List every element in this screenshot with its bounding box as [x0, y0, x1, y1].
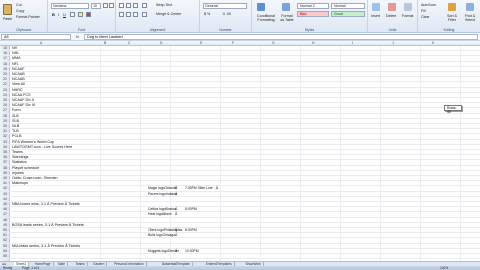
copy-button[interactable]: Copy — [16, 9, 24, 14]
format-painter-button[interactable]: Format Painter — [16, 15, 40, 20]
orientation-icon[interactable] — [142, 3, 147, 8]
sort-filter-icon[interactable] — [448, 3, 456, 11]
spreadsheet-grid[interactable]: 15 Nfl 16 NHL 17 MMA 18 NFL 19 NCAAF 20 NCAAB 21 NCAA… — [0, 46, 480, 261]
paste-icon[interactable] — [3, 4, 12, 15]
cells-group: Insert Delete Format Cells — [368, 0, 418, 33]
format-button[interactable]: Format — [402, 14, 413, 19]
font-size-select[interactable]: 10 — [91, 3, 101, 9]
styles-label: Styles — [304, 28, 315, 32]
format-as-table-button[interactable]: Format as Table — [279, 14, 295, 22]
status-bar: Ready Page: 1 of 4 100% — [0, 266, 480, 270]
style-good[interactable]: Good — [331, 11, 365, 17]
fill-button[interactable]: Fill — [421, 9, 426, 14]
row-number[interactable]: 55 — [0, 254, 10, 259]
conditional-formatting-icon[interactable] — [257, 3, 265, 11]
conditional-formatting-button[interactable]: Conditional Formatting — [253, 14, 279, 22]
clipboard-group: Paste Cut Copy Format Painter Clipboard — [0, 0, 48, 33]
autosum-button[interactable]: AutoSum — [421, 3, 436, 8]
number-group: General $ % .0 .00 Number — [200, 0, 252, 33]
editing-label: Editing — [443, 28, 455, 32]
editing-group: AutoSum Fill Clear Sort & Filter Find & … — [418, 0, 480, 33]
style-bad[interactable]: Bad — [297, 11, 329, 17]
align-middle-icon[interactable] — [126, 3, 131, 8]
cut-button[interactable]: Cut — [16, 3, 22, 8]
alignment-label: Alignment — [149, 28, 166, 32]
find-select-icon[interactable] — [466, 3, 474, 11]
insert-button[interactable]: Insert — [371, 14, 380, 19]
style-normal2[interactable]: Normal 2 — [297, 3, 329, 9]
font-color-icon[interactable] — [86, 12, 91, 17]
paste-button[interactable]: Paste — [3, 17, 12, 22]
align-bottom-icon[interactable] — [133, 3, 138, 8]
font-group: Verdana 10 B I U Font — [48, 0, 116, 33]
align-top-icon[interactable] — [119, 3, 124, 8]
bold-button[interactable]: B — [52, 12, 55, 17]
zoom-level[interactable]: 100% — [440, 266, 448, 270]
clipboard-label: Clipboard — [16, 28, 31, 32]
underline-button[interactable]: U — [63, 12, 66, 17]
styles-group: Conditional Formatting Format as Table N… — [252, 0, 368, 33]
delete-button[interactable]: Delete — [386, 14, 396, 19]
find-select-button[interactable]: Find & Select — [462, 14, 478, 22]
currency-button[interactable]: $ % — [204, 12, 210, 17]
font-family-select[interactable]: Verdana — [51, 3, 89, 9]
wrap-text-button[interactable]: Wrap Text — [156, 3, 172, 8]
ribbon: Paste Cut Copy Format Painter Clipboard … — [0, 0, 480, 33]
borders-icon[interactable] — [70, 12, 75, 17]
row-count-tooltip: Rows: 40 — [444, 105, 462, 114]
status-ready: Ready — [3, 266, 13, 270]
format-icon[interactable] — [404, 3, 412, 11]
name-box[interactable]: A5 — [1, 34, 71, 40]
fill-color-icon[interactable] — [78, 12, 83, 17]
decimal-button[interactable]: .0 .00 — [222, 12, 231, 17]
number-label: Number — [219, 28, 232, 32]
align-center-icon[interactable] — [126, 12, 131, 17]
align-left-icon[interactable] — [119, 12, 124, 17]
sort-filter-button[interactable]: Sort & Filter — [444, 14, 460, 22]
cells-label: Cells — [388, 28, 397, 32]
formula-bar: A5 fx Dog to Meet Lambert — [0, 33, 480, 41]
format-as-table-icon[interactable] — [282, 3, 290, 11]
delete-icon[interactable] — [388, 3, 396, 11]
number-format-select[interactable]: General — [203, 3, 247, 9]
fx-icon[interactable]: fx — [76, 34, 79, 39]
status-page: Page: 1 of 4 — [22, 266, 40, 270]
shrink-font-icon[interactable] — [109, 3, 114, 8]
merge-center-button[interactable]: Merge & Center — [156, 12, 181, 17]
italic-button[interactable]: I — [58, 12, 59, 17]
font-label: Font — [77, 28, 85, 32]
style-normal[interactable]: Normal — [331, 3, 365, 9]
grow-font-icon[interactable] — [103, 3, 108, 8]
formula-input[interactable]: Dog to Meet Lambert — [84, 34, 478, 40]
indent-icon[interactable] — [142, 12, 147, 17]
alignment-group: Wrap Text Merge & Center Alignment — [116, 0, 200, 33]
align-right-icon[interactable] — [133, 12, 138, 17]
clear-button[interactable]: Clear — [421, 15, 430, 20]
table-row[interactable]: 55 — [0, 254, 480, 260]
insert-icon[interactable] — [372, 3, 380, 11]
